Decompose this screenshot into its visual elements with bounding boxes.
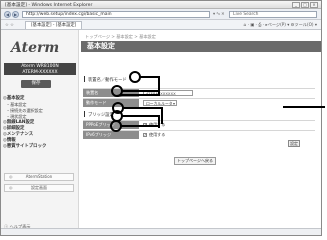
aterm-logo: Aterm [11,40,60,56]
pppoe-bridge-option: ✓ 使用する [143,122,166,127]
forward-arrow-icon[interactable]: ▶ [12,11,19,18]
command-bar[interactable]: ⌂ · ▣ · ⎙ · ▸ページ(P) ▾ ⚙ツール(O) ▾ [244,22,317,28]
set-button[interactable]: 設定 [288,140,300,147]
back-to-top-button[interactable]: トップページへ戻る [174,157,216,165]
main-content: トップページ > 基本設定 > 基本設定 基本設定 装置名／動作モード 装置名 … [80,30,321,228]
section-marker [84,76,85,82]
ipv6-bridge-option: ✓ 使用する [143,132,166,137]
sidebar-item-site-block[interactable]: ◎悪質サイトブロック [3,144,77,150]
device-name: ATERM-XXXXXX [22,69,58,75]
bullet-icon: ◎ [9,185,13,190]
window-titlebar: [基本設定] - Windows Internet Explorer _ □ × [1,1,321,9]
status-bar [1,228,321,235]
breadcrumb: トップページ > 基本設定 > 基本設定 [85,34,156,39]
row-pppoe-bridge: PPPoEブリッジ ✓ 使用する [83,120,315,129]
device-name-input[interactable]: ATERM-XXXXXX [143,90,193,96]
search-input[interactable]: Live Search [229,11,317,18]
window-controls: _ □ × [292,2,318,8]
sidebar-menu: ◎基本設定 ・基本設定 ・接続先の選択設定 ・現状設定 ◎無線LAN設定 ◎詳細… [3,96,77,150]
mode-label: 動作モード [83,99,139,107]
tab-basic-settings[interactable]: [基本設定] - [基本設定] [25,21,83,29]
address-buttons[interactable]: ▾ ⁴₉ ✕ [213,11,225,16]
ipv6-bridge-checkbox[interactable]: ✓ [143,133,147,137]
device-name-label: 装置名 [83,89,139,97]
sidebar: Aterm Aterm WR8100N ATERM-XXXXXX 保存 ◎基本設… [1,30,79,229]
save-button[interactable]: 保存 [21,80,51,88]
back-arrow-icon[interactable]: ◀ [4,11,11,18]
address-bar: ◀ ▶ http://web.setup/index.cgi/basic_mai… [1,9,321,20]
section-bridge: ブリッジ設定 [88,113,114,118]
window-title: [基本設定] - Windows Internet Explorer [5,3,93,8]
maximize-button[interactable]: □ [301,2,309,8]
ipv6-bridge-label: IPv6ブリッジ [83,131,139,139]
row-device-name: 装置名 ATERM-XXXXXX [83,88,315,97]
atermstation-button[interactable]: ◎ AtermStation [4,173,74,181]
url-field[interactable]: http://web.setup/index.cgi/basic_main [22,11,210,18]
browser-window: [基本設定] - Windows Internet Explorer _ □ ×… [0,0,322,236]
close-button[interactable]: × [310,2,318,8]
bullet-icon: ◎ [9,174,13,179]
section-device-mode: 装置名／動作モード [88,78,127,83]
page-title: 基本設定 [81,41,321,52]
row-mode: 動作モード ローカルルータ [83,98,315,107]
section-marker [84,111,85,117]
minimize-button[interactable]: _ [292,2,300,8]
row-ipv6-bridge: IPv6ブリッジ ✓ 使用する [83,130,315,139]
favorites-icon[interactable]: ☆ ☆ [5,22,14,27]
mode-select[interactable]: ローカルルータ [143,100,177,106]
browser-toolbar: ☆ ☆ [基本設定] - [基本設定] ⌂ · ▣ · ⎙ · ▸ページ(P) … [1,20,321,30]
model-badge: Aterm WR8100N ATERM-XXXXXX [4,63,76,75]
pppoe-bridge-checkbox[interactable]: ✓ [143,123,147,127]
pppoe-bridge-label: PPPoEブリッジ [83,121,139,129]
settings-screen-button[interactable]: ◎ 設定画面 [4,184,74,192]
